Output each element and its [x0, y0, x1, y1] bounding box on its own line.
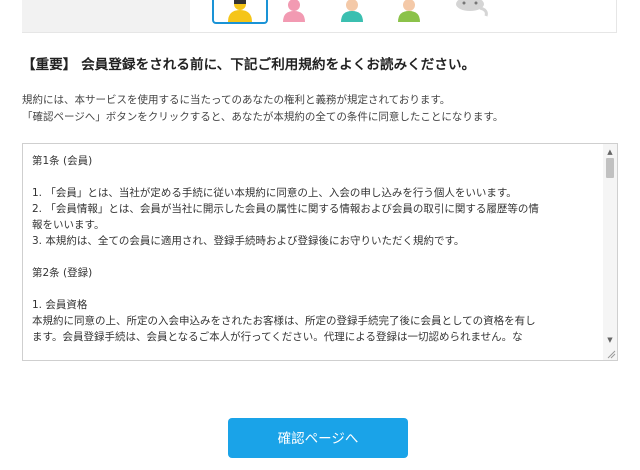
avatar-option-yellow[interactable]	[212, 0, 268, 24]
scroll-down-arrow-icon[interactable]: ▼	[603, 334, 617, 346]
terms-description-line-2: 「確認ページへ」ボタンをクリックすると、あなたが本規約の全ての条件に同意したこと…	[22, 111, 504, 123]
terms-text-area[interactable]: 第1条 (会員) 1. 「会員」とは、当社が定める手続に従い本規約に同意の上、入…	[22, 143, 618, 361]
terms-line: 第1条 (会員)	[32, 155, 93, 167]
avatar-selector-spacer	[22, 0, 190, 32]
terms-scrollbar[interactable]: ▲ ▼	[603, 144, 617, 360]
terms-line: 2. 「会員情報」とは、会員が当社に開示した会員の属性に関する情報および会員の取…	[32, 203, 539, 215]
avatar-option-cat[interactable]	[450, 0, 490, 24]
terms-line: ます。会員登録手続は、会員となるご本人が行ってください。代理による登録は一切認め…	[32, 331, 523, 343]
avatar-option-pink[interactable]	[280, 0, 308, 24]
avatar-option-teal[interactable]	[338, 0, 366, 24]
terms-line: 報をいいます。	[32, 219, 105, 231]
avatar-pink-icon	[283, 0, 305, 22]
avatar-selector	[22, 0, 617, 33]
terms-line: 第2条 (登録)	[32, 267, 93, 279]
avatar-green-icon	[398, 0, 420, 22]
scroll-up-arrow-icon[interactable]: ▲	[603, 146, 617, 158]
terms-description-line-1: 規約には、本サービスを使用するに当たってのあなたの権利と義務が規定されております…	[22, 94, 451, 106]
avatar-teal-icon	[341, 0, 363, 22]
scroll-thumb[interactable]	[606, 158, 614, 178]
terms-line: 3. 本規約は、全ての会員に適用され、登録手続時および登録後にお守りいただく規約…	[32, 235, 465, 247]
terms-text-content: 第1条 (会員) 1. 「会員」とは、当社が定める手続に従い本規約に同意の上、入…	[32, 153, 604, 345]
avatar-yellow-icon	[228, 0, 252, 22]
confirm-page-button[interactable]: 確認ページへ	[228, 418, 408, 458]
resize-grip-icon[interactable]	[606, 349, 616, 359]
avatar-cat-icon	[456, 0, 488, 17]
terms-line: 1. 「会員」とは、当社が定める手続に従い本規約に同意の上、入会の申し込みを行う…	[32, 187, 517, 199]
avatar-option-green[interactable]	[395, 0, 423, 24]
terms-line: 本規約に同意の上、所定の入会申込みをされたお客様は、所定の登録手続完了後に会員と…	[32, 315, 536, 327]
terms-notice-heading: 【重要】 会員登録をされる前に、下記ご利用規約をよくお読みください。	[22, 57, 476, 73]
terms-line: 1. 会員資格	[32, 299, 88, 311]
